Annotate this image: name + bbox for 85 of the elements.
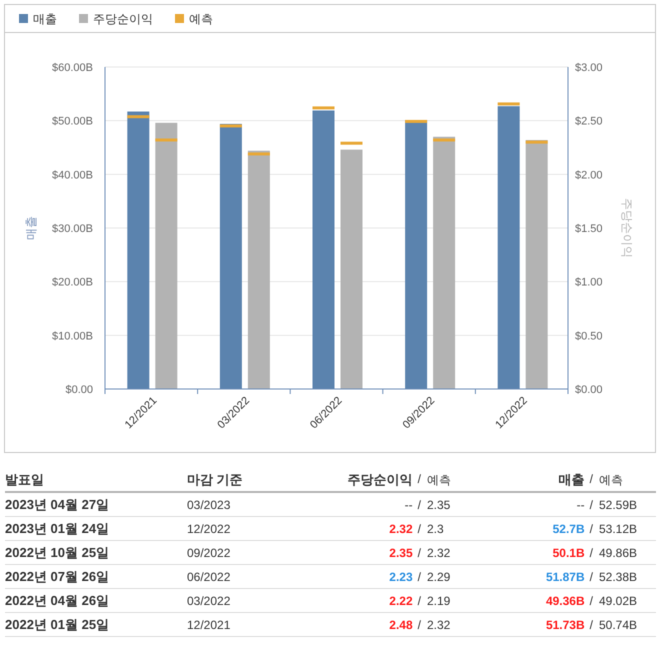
legend-label[interactable]: 주당순이익 [93,10,153,28]
table-cell: 2022년 01월 25일 [5,616,110,632]
table-cell: 53.12B [599,522,638,536]
axis-tick-label: $0.50 [575,330,603,342]
table-cell: 2.29 [427,570,450,584]
axis-title: 매출 [24,216,38,240]
forecast-marker [433,138,456,142]
column-header: 예측 [427,472,451,486]
table-cell: 09/2022 [187,546,230,560]
forecast-marker [155,138,178,142]
separator-text: / [418,470,421,488]
separator-text: / [418,520,421,538]
forecast-marker [405,120,428,123]
axis-tick-label: $2.50 [575,116,603,128]
separator-text: / [418,496,421,514]
table-cell: 2.3 [427,522,444,536]
table-cell: 2022년 04월 26일 [5,592,110,608]
table-cell-text: 2.32 [389,520,413,538]
forecast-marker [526,140,548,144]
table-cell: 12/2021 [187,618,230,632]
axis-title: 주당순이익 [620,198,634,258]
table-cell-text: 50.1B [552,544,585,562]
axis-tick-label: $1.00 [575,276,603,289]
forecast-marker [127,115,150,118]
table-cell: 2023년 01월 24일 [5,520,110,536]
table-cell-text: 51.87B [546,568,585,586]
separator-text: / [418,568,421,586]
table-cell: 06/2022 [187,570,230,584]
table-cell-text: -- [576,496,585,514]
table-cell-text: 2.48 [389,616,413,634]
forecast-marker [312,106,334,110]
axis-tick-label: $10.00B [52,330,93,342]
separator-text: / [418,616,421,634]
separator-text: / [590,520,593,538]
table-cell-text: 2.23 [389,568,413,586]
separator-text: / [590,544,593,562]
forecast-marker [248,152,270,156]
table-cell: 49.02B [599,594,638,608]
column-header: 예측 [599,472,623,486]
table-cell-text: 52.7B [552,520,585,538]
axis-tick-label: $50.00B [52,116,93,128]
axis-tick-label: $1.50 [575,223,603,235]
axis-tick-label: $0.00 [65,384,93,396]
table-cell: 2.32 [427,618,450,632]
separator-text: / [590,470,593,488]
axis-tick-label: $20.00B [52,276,93,289]
column-header: 매출 [558,470,585,489]
table-cell: 2022년 10월 25일 [5,544,110,560]
legend-label[interactable]: 매출 [33,10,57,28]
table-cell: 12/2022 [187,522,230,536]
forecast-marker [220,124,242,128]
table-cell: 50.74B [599,618,638,632]
separator-text: / [590,616,593,634]
table-cell-text: 2.22 [389,592,413,610]
column-header: 주당순이익 [348,470,413,489]
table-cell: 2.19 [427,594,450,608]
separator-text: / [590,496,593,514]
table-cell: 49.86B [599,546,638,560]
table-cell-text: 51.73B [546,616,585,634]
table-cell: 2022년 07월 26일 [5,568,110,584]
table-cell: 2.32 [427,546,450,560]
axis-tick-label: $2.00 [575,169,603,182]
table-cell: 03/2023 [187,498,230,512]
table-cell-text: -- [404,496,413,514]
forecast-marker [498,102,520,106]
column-header: 마감 기준 [187,472,243,487]
axis-tick-label: $40.00B [52,169,93,182]
table-cell: 03/2022 [187,594,230,608]
legend-label[interactable]: 예측 [189,10,213,28]
separator-text: / [590,592,593,610]
table-cell: 2023년 04월 27일 [5,496,110,512]
table-cell: 52.38B [599,570,638,584]
table-cell-text: 2.35 [389,544,413,562]
separator-text: / [418,592,421,610]
separator-text: / [590,568,593,586]
axis-tick-label: $30.00B [52,223,93,235]
table-cell: 52.59B [599,498,638,512]
forecast-marker [340,142,362,145]
axis-tick-label: $60.00B [52,62,93,74]
table-cell-text: 49.36B [546,592,585,610]
axis-tick-label: $0.00 [575,384,603,396]
separator-text: / [418,544,421,562]
axis-tick-label: $3.00 [575,62,603,74]
table-cell: 2.35 [427,498,450,512]
column-header: 발표일 [5,472,44,487]
